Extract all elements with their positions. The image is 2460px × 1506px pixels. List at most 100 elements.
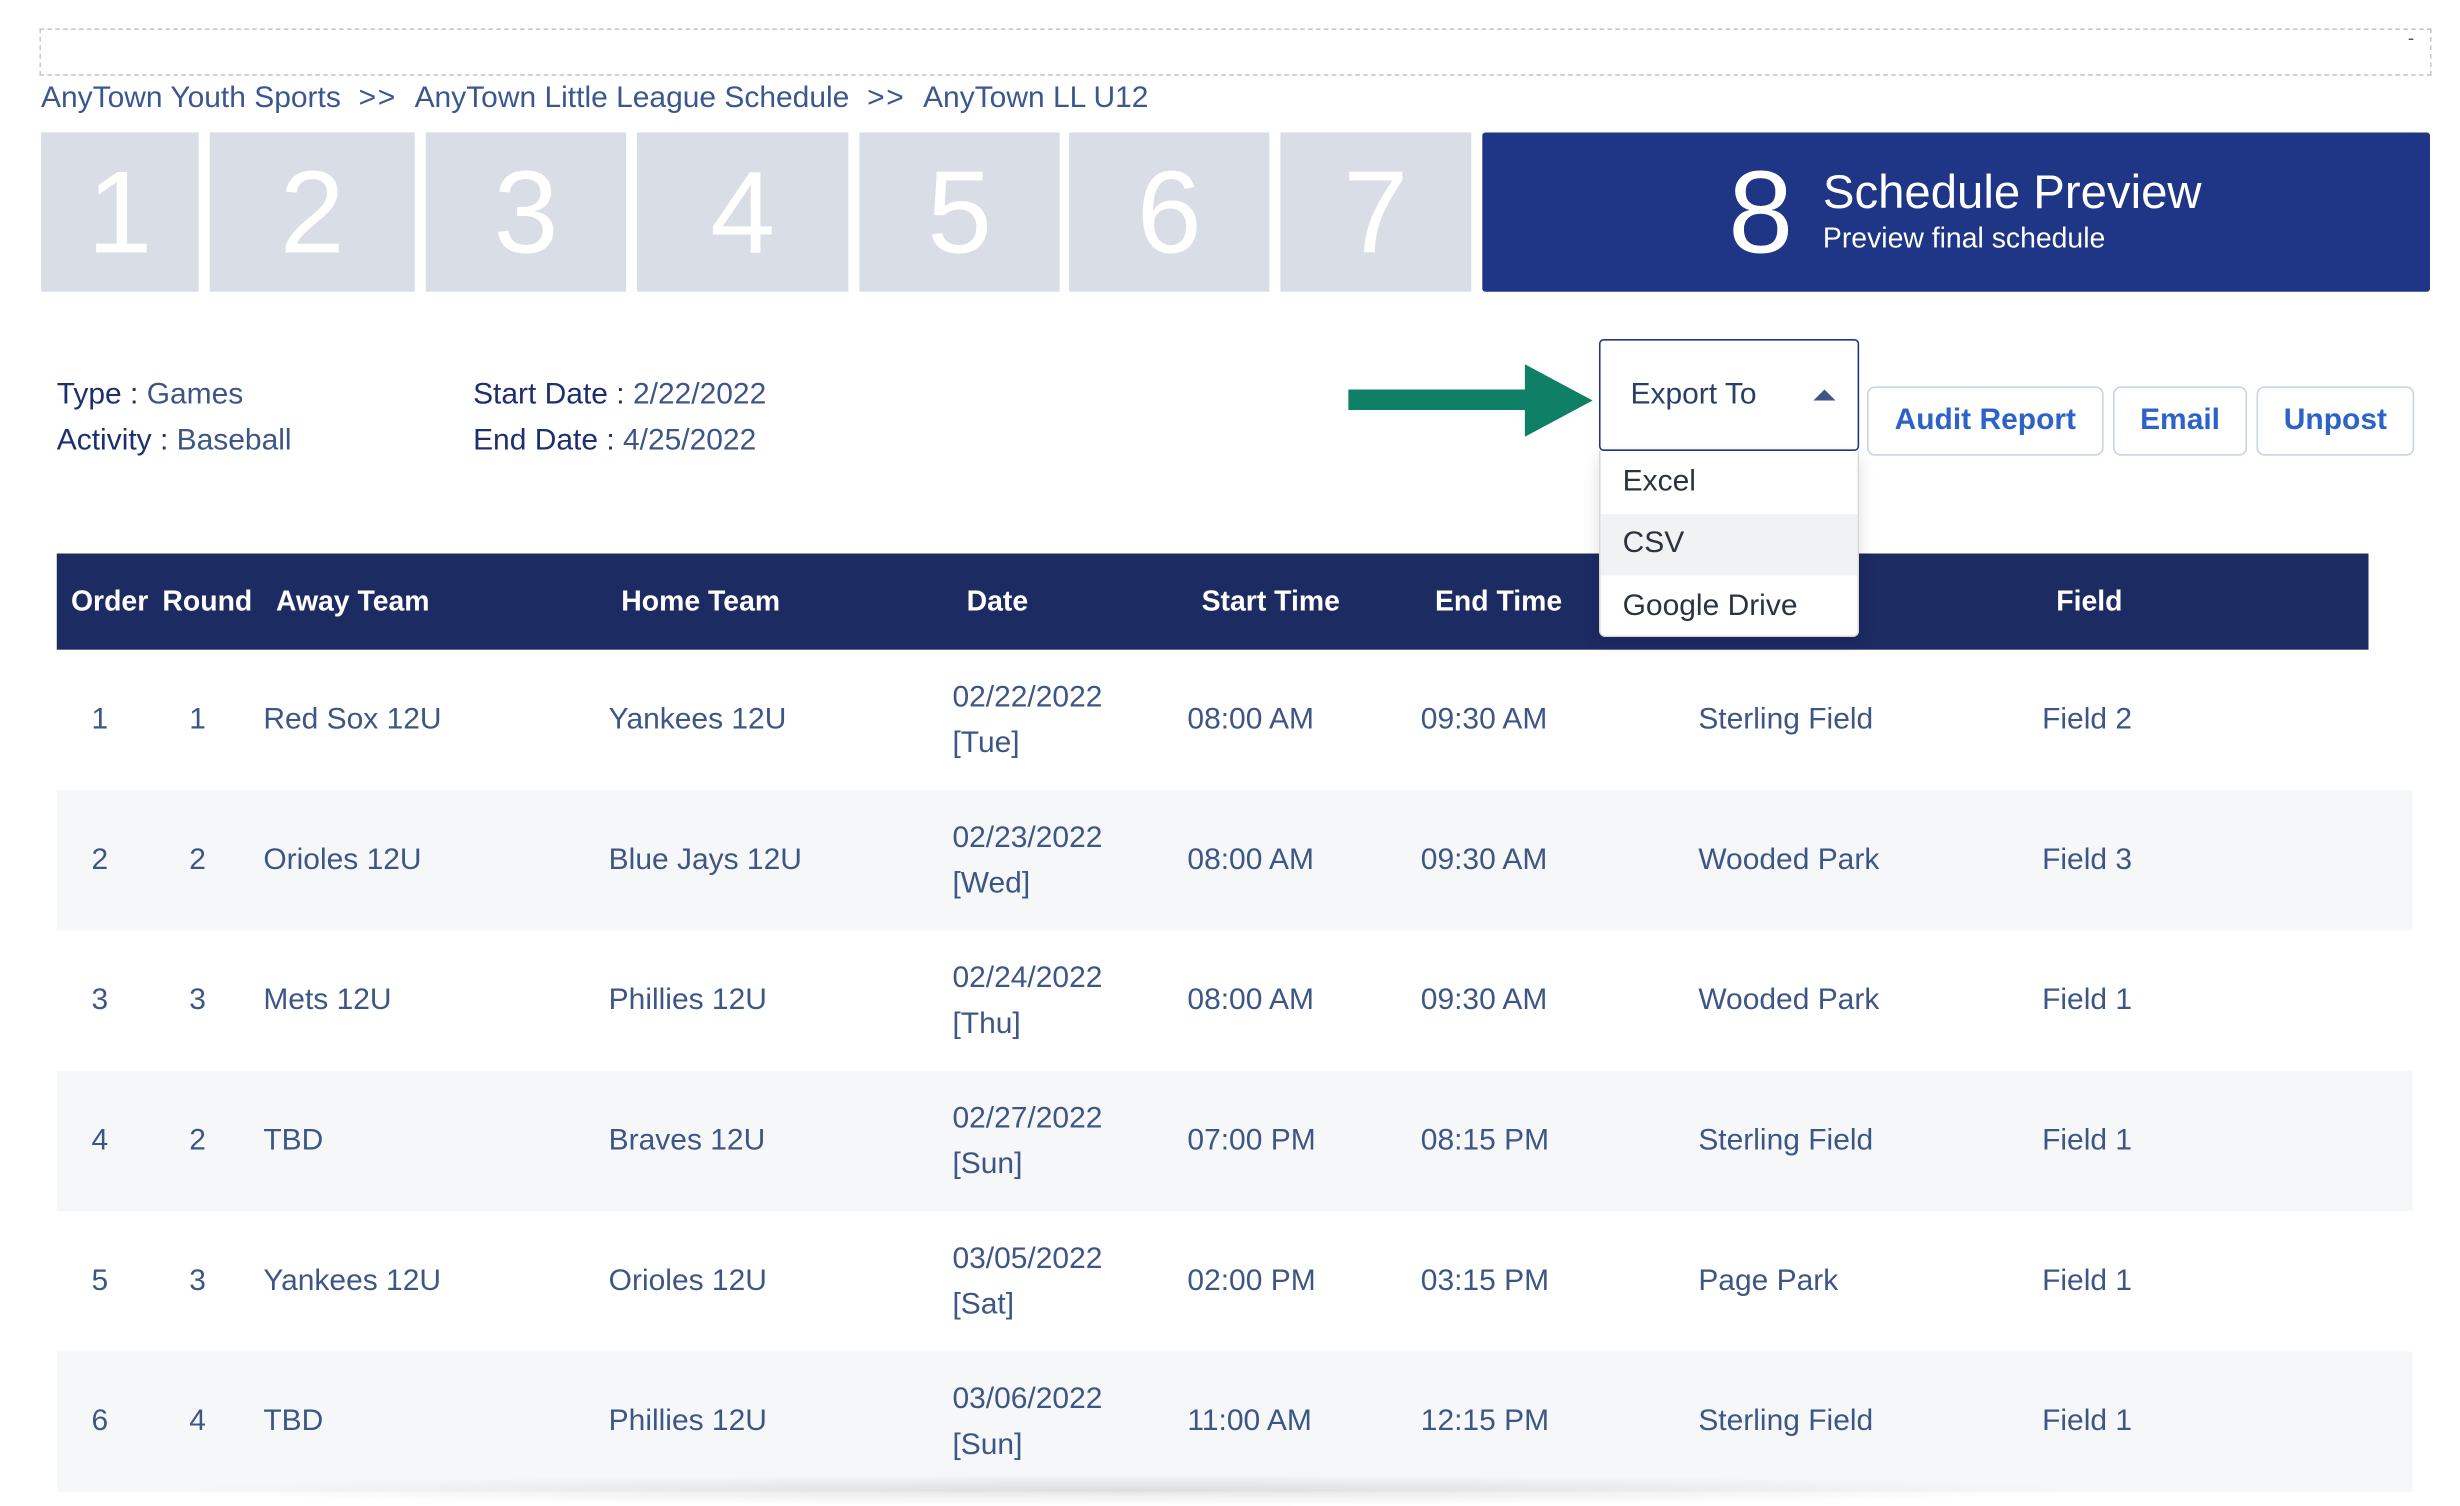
- order-cell: 1: [91, 702, 109, 736]
- step-8-active[interactable]: 8 Schedule Preview Preview final schedul…: [1482, 132, 2431, 292]
- export-option-google-drive[interactable]: Google Drive: [1601, 576, 1858, 638]
- field-cell: Field 2: [2042, 702, 2133, 736]
- table-row[interactable]: 4 2 TBD Braves 12U 07:00 PM 08:15 PM Sterling …: [56, 1070, 2413, 1212]
- breadcrumb-separator: >>: [358, 81, 397, 116]
- end-time-cell: 12:15 PM: [1420, 1404, 1550, 1438]
- home-team-cell: Blue Jays 12U: [608, 842, 802, 876]
- date-value: 03/06/2022: [952, 1382, 1103, 1416]
- date-value: 02/22/2022: [952, 680, 1103, 714]
- header-field[interactable]: Field: [2056, 553, 2122, 649]
- schedule-preview-page: - AnyTown Youth Sports >> AnyTown Little…: [0, 0, 2460, 1506]
- export-option-csv[interactable]: CSV: [1600, 513, 1858, 576]
- step-5[interactable]: 5: [859, 132, 1060, 292]
- header-end-time[interactable]: End Time: [1435, 553, 1562, 649]
- end-time-cell: 09:30 AM: [1420, 702, 1548, 736]
- field-cell: Field 1: [2042, 983, 2133, 1017]
- day-of-week: [Tue]: [952, 726, 1020, 760]
- start-date-label: Start Date :: [473, 378, 625, 412]
- bottom-shadow: [141, 1474, 2114, 1506]
- round-cell: 2: [189, 1123, 206, 1157]
- export-to-select[interactable]: Export To: [1598, 339, 1860, 451]
- table-row[interactable]: 6 4 TBD Phillies 12U 11:00 AM 12:15 PM Sterlin…: [56, 1351, 2413, 1492]
- venue-cell: Sterling Field: [1698, 1123, 1874, 1157]
- end-time-cell: 09:30 AM: [1420, 842, 1548, 876]
- step-1[interactable]: 1: [40, 132, 199, 292]
- date-value: 02/24/2022: [952, 961, 1103, 995]
- header-date[interactable]: Date: [967, 553, 1029, 649]
- type-value: Games: [146, 378, 244, 412]
- day-of-week: [Sun]: [952, 1147, 1023, 1181]
- audit-report-button[interactable]: Audit Report: [1867, 386, 2104, 456]
- header-start-time[interactable]: Start Time: [1202, 553, 1340, 649]
- round-cell: 4: [189, 1404, 206, 1438]
- meta-type: Type : Games: [57, 378, 244, 413]
- order-cell: 4: [91, 1123, 109, 1157]
- breadcrumb-item-division[interactable]: AnyTown LL U12: [923, 82, 1148, 117]
- date-cell: 02/24/2022 [Thu]: [952, 930, 1102, 1070]
- end-date-label: End Date :: [473, 424, 615, 458]
- date-cell: 02/23/2022 [Wed]: [952, 790, 1102, 930]
- venue-cell: Page Park: [1698, 1263, 1839, 1298]
- header-round[interactable]: Round: [162, 553, 252, 649]
- venue-cell: Sterling Field: [1698, 1404, 1874, 1438]
- header-away-team[interactable]: Away Team: [276, 553, 430, 649]
- end-time-cell: 08:15 PM: [1420, 1123, 1550, 1157]
- meta-activity: Activity : Baseball: [57, 424, 292, 459]
- breadcrumb: AnyTown Youth Sports >> AnyTown Little L…: [41, 82, 1148, 120]
- table-header: Order Round Away Team Home Team Date Sta…: [56, 553, 2369, 650]
- round-cell: 3: [189, 983, 206, 1017]
- end-time-cell: 03:15 PM: [1420, 1263, 1550, 1298]
- venue-cell: Wooded Park: [1698, 842, 1880, 876]
- date-cell: 03/05/2022 [Sat]: [952, 1211, 1102, 1351]
- field-cell: Field 1: [2042, 1404, 2133, 1438]
- order-cell: 5: [91, 1263, 109, 1298]
- step-3[interactable]: 3: [425, 132, 627, 292]
- date-value: 02/27/2022: [952, 1101, 1103, 1135]
- activity-label: Activity :: [56, 424, 169, 458]
- export-to-label: Export To: [1630, 377, 1757, 411]
- table-row[interactable]: 5 3 Yankees 12U Orioles 12U 02:00 PM 03:15 PM…: [57, 1211, 2413, 1351]
- header-home-team[interactable]: Home Team: [621, 553, 780, 649]
- export-dropdown-menu: Excel CSV Google Drive: [1598, 450, 1860, 638]
- home-team-cell: Orioles 12U: [608, 1263, 767, 1298]
- table-row[interactable]: 2 2 Orioles 12U Blue Jays 12U 08:00 AM 09:30 …: [56, 790, 2413, 931]
- day-of-week: [Thu]: [952, 1006, 1021, 1040]
- table-row[interactable]: 1 1 Red Sox 12U Yankees 12U 08:00 AM 09:30 AM…: [57, 650, 2413, 790]
- round-cell: 1: [189, 702, 206, 736]
- table-row[interactable]: 3 3 Mets 12U Phillies 12U 08:00 AM 09:30 AM Wo…: [57, 930, 2413, 1070]
- step-2[interactable]: 2: [209, 132, 415, 292]
- away-team-cell: TBD: [263, 1404, 324, 1438]
- top-bar-mark: -: [2407, 26, 2415, 49]
- step-6[interactable]: 6: [1069, 132, 1270, 292]
- breadcrumb-item-schedule[interactable]: AnyTown Little League Schedule: [415, 82, 850, 117]
- header-order[interactable]: Order: [71, 553, 148, 649]
- breadcrumb-separator: >>: [867, 81, 906, 116]
- breadcrumb-item-org[interactable]: AnyTown Youth Sports: [41, 82, 341, 117]
- away-team-cell: TBD: [263, 1123, 324, 1157]
- step-7[interactable]: 7: [1280, 132, 1472, 292]
- away-team-cell: Yankees 12U: [263, 1263, 442, 1298]
- end-time-cell: 09:30 AM: [1420, 983, 1548, 1017]
- active-step-title: Schedule Preview: [1822, 167, 2202, 220]
- step-4[interactable]: 4: [637, 132, 849, 292]
- caret-up-icon: [1813, 389, 1836, 401]
- home-team-cell: Braves 12U: [608, 1123, 766, 1157]
- active-step-number: 8: [1728, 146, 1794, 278]
- start-time-cell: 02:00 PM: [1187, 1263, 1316, 1298]
- date-cell: 03/06/2022 [Sun]: [952, 1351, 1102, 1491]
- home-team-cell: Phillies 12U: [608, 1404, 767, 1438]
- start-time-cell: 08:00 AM: [1187, 983, 1315, 1017]
- order-cell: 2: [91, 842, 109, 876]
- active-step-subtitle: Preview final schedule: [1822, 222, 2106, 254]
- day-of-week: [Sun]: [952, 1427, 1023, 1461]
- unpost-button[interactable]: Unpost: [2256, 386, 2415, 456]
- field-cell: Field 1: [2042, 1263, 2133, 1298]
- venue-cell: Sterling Field: [1698, 702, 1874, 736]
- start-time-cell: 11:00 AM: [1187, 1404, 1312, 1438]
- top-dashed-bar: -: [39, 26, 2432, 76]
- email-button[interactable]: Email: [2113, 386, 2248, 456]
- start-time-cell: 08:00 AM: [1187, 702, 1315, 736]
- activity-value: Baseball: [176, 424, 292, 458]
- export-option-excel[interactable]: Excel: [1601, 451, 1858, 513]
- order-cell: 6: [91, 1404, 109, 1438]
